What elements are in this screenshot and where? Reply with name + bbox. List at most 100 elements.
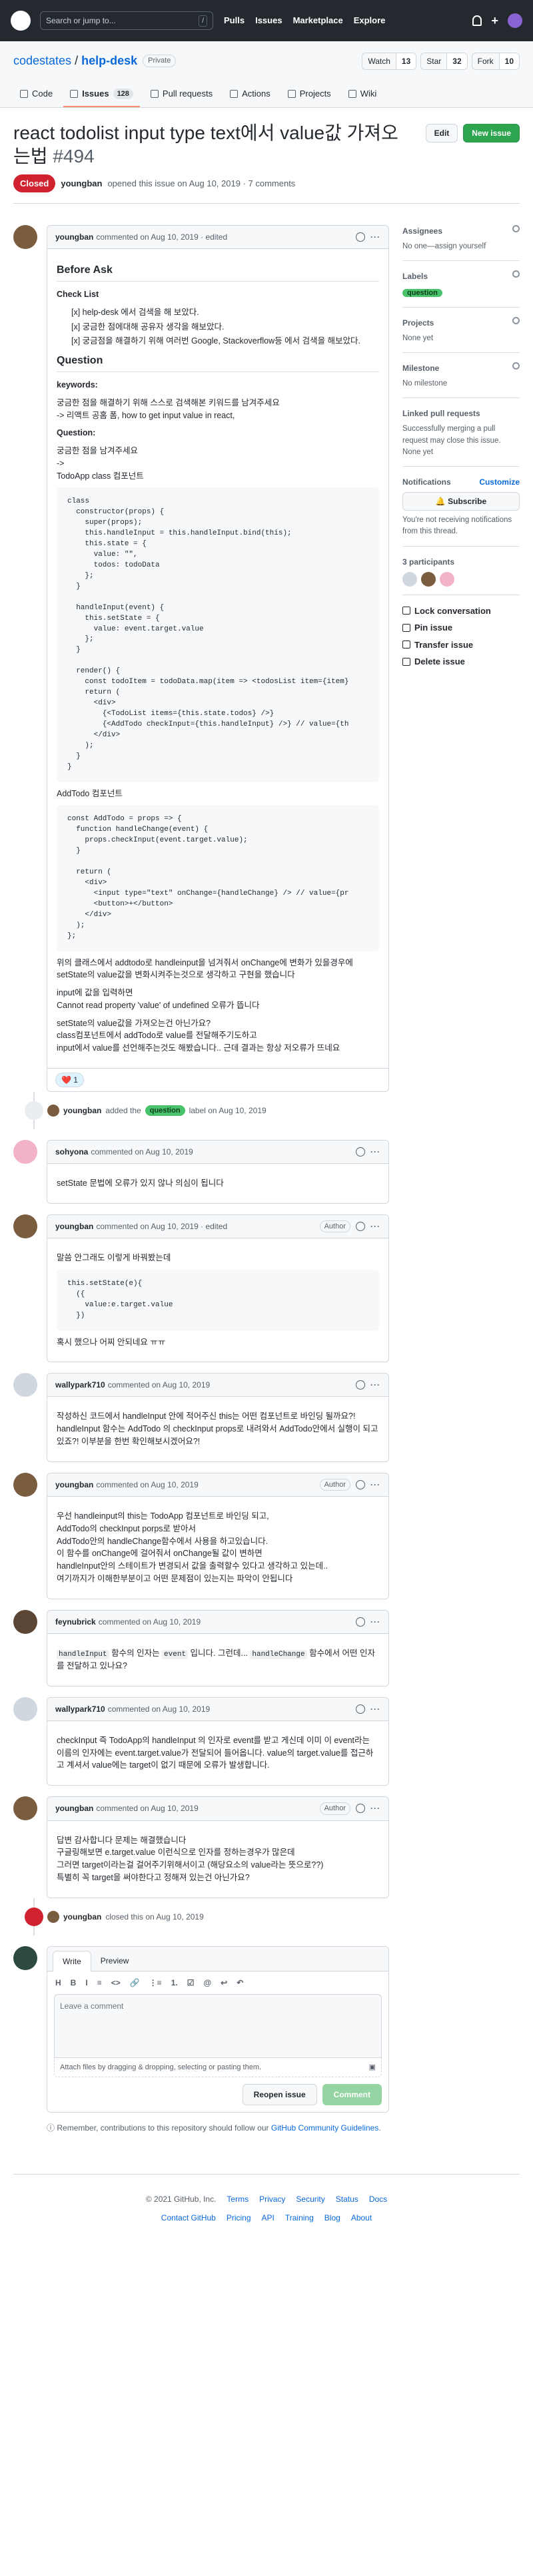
kebab-menu-icon[interactable]: ··· xyxy=(370,1616,380,1628)
customize-link[interactable]: Customize xyxy=(479,476,520,488)
github-logo-icon[interactable] xyxy=(11,11,31,31)
new-issue-button[interactable]: New issue xyxy=(463,123,520,142)
footer-link[interactable]: Security xyxy=(296,2193,324,2205)
gear-icon[interactable] xyxy=(512,316,520,324)
projects-heading[interactable]: Projects xyxy=(402,317,434,329)
comment-author[interactable]: sohyona xyxy=(55,1146,88,1158)
guidelines-link[interactable]: GitHub Community Guidelines xyxy=(271,2123,378,2133)
footer-link[interactable]: About xyxy=(351,2212,372,2224)
bold-icon[interactable]: B xyxy=(71,1977,77,1989)
avatar[interactable] xyxy=(13,1214,37,1238)
comment-author[interactable]: youngban xyxy=(55,1220,93,1232)
footer-link[interactable]: Terms xyxy=(227,2193,249,2205)
participant-avatar[interactable] xyxy=(440,571,454,587)
avatar[interactable] xyxy=(13,1139,37,1164)
tab-actions[interactable]: Actions xyxy=(223,82,277,107)
comment-author[interactable]: youngban xyxy=(55,231,93,243)
footer-link[interactable]: Contact GitHub xyxy=(161,2212,216,2224)
reopen-issue-button[interactable]: Reopen issue xyxy=(242,2084,317,2106)
search-input[interactable]: Search or jump to... / xyxy=(40,11,213,30)
gear-icon[interactable] xyxy=(512,270,520,278)
kebab-menu-icon[interactable]: ··· xyxy=(370,1146,380,1158)
footer-link[interactable]: Blog xyxy=(324,2212,340,2224)
issue-author-link[interactable]: youngban xyxy=(61,177,102,190)
avatar[interactable] xyxy=(13,225,37,249)
pin-issue-button[interactable]: Pin issue xyxy=(402,621,520,635)
comment-button[interactable]: Comment xyxy=(322,2084,382,2106)
transfer-issue-button[interactable]: Transfer issue xyxy=(402,639,520,652)
smiley-icon[interactable] xyxy=(356,1147,365,1157)
gear-icon[interactable] xyxy=(512,362,520,370)
comment-author[interactable]: feynubrick xyxy=(55,1616,96,1628)
nav-issues[interactable]: Issues xyxy=(255,14,282,27)
kebab-menu-icon[interactable]: ··· xyxy=(370,231,380,243)
attach-files-area[interactable]: Attach files by dragging & dropping, sel… xyxy=(54,2057,382,2078)
comment-author[interactable]: youngban xyxy=(55,1479,93,1491)
comment-author[interactable]: wallypark710 xyxy=(55,1703,105,1715)
italic-icon[interactable]: I xyxy=(85,1977,87,1989)
bulleted-list-icon[interactable]: ⋮≡ xyxy=(149,1977,162,1989)
avatar[interactable] xyxy=(13,1373,37,1398)
nav-marketplace[interactable]: Marketplace xyxy=(293,14,343,27)
tab-code[interactable]: Code xyxy=(13,82,59,107)
footer-link[interactable]: Docs xyxy=(369,2193,387,2205)
event-actor[interactable]: youngban xyxy=(63,1911,101,1923)
watch-button[interactable]: Watch 13 xyxy=(362,52,417,70)
smiley-icon[interactable] xyxy=(356,232,365,242)
avatar[interactable] xyxy=(13,1796,37,1821)
comment-author[interactable]: youngban xyxy=(55,1802,93,1814)
repo-owner-link[interactable]: codestates xyxy=(13,54,71,67)
user-avatar[interactable] xyxy=(508,13,522,28)
kebab-menu-icon[interactable]: ··· xyxy=(370,1479,380,1491)
event-actor[interactable]: youngban xyxy=(63,1105,101,1117)
tab-projects[interactable]: Projects xyxy=(281,82,338,107)
numbered-list-icon[interactable]: 1. xyxy=(171,1977,178,1989)
kebab-menu-icon[interactable]: ··· xyxy=(370,1379,380,1391)
create-new-plus-icon[interactable]: + xyxy=(491,12,498,30)
smiley-icon[interactable] xyxy=(356,1221,365,1231)
tab-pull-requests[interactable]: Pull requests xyxy=(144,82,219,107)
avatar[interactable] xyxy=(47,1104,59,1117)
cross-reference-icon[interactable]: ↩ xyxy=(221,1977,227,1989)
fork-button[interactable]: Fork 10 xyxy=(471,52,520,70)
label-question[interactable]: question xyxy=(402,289,442,298)
footer-link[interactable]: Training xyxy=(285,2212,314,2224)
tab-preview[interactable]: Preview xyxy=(91,1951,139,1971)
milestone-heading[interactable]: Milestone xyxy=(402,362,439,374)
smiley-icon[interactable] xyxy=(356,1704,365,1714)
delete-issue-button[interactable]: Delete issue xyxy=(402,655,520,668)
quote-icon[interactable]: ≡ xyxy=(97,1977,102,1989)
assignees-heading[interactable]: Assignees xyxy=(402,225,442,237)
link-icon[interactable]: 🔗 xyxy=(130,1977,140,1989)
labels-heading[interactable]: Labels xyxy=(402,270,428,282)
mention-icon[interactable]: @ xyxy=(203,1977,211,1989)
participant-avatar[interactable] xyxy=(402,571,417,587)
kebab-menu-icon[interactable]: ··· xyxy=(370,1703,380,1715)
avatar[interactable] xyxy=(13,1609,37,1634)
tab-wiki[interactable]: Wiki xyxy=(342,82,384,107)
footer-link[interactable]: Pricing xyxy=(227,2212,251,2224)
nav-explore[interactable]: Explore xyxy=(354,14,386,27)
comment-textarea[interactable]: Leave a comment xyxy=(54,1993,382,2058)
repo-name-link[interactable]: help-desk xyxy=(81,54,137,67)
footer-link[interactable]: API xyxy=(262,2212,274,2224)
avatar[interactable] xyxy=(13,1696,37,1721)
tab-issues[interactable]: Issues 128 xyxy=(63,82,140,107)
smiley-icon[interactable] xyxy=(356,1804,365,1814)
saved-reply-icon[interactable]: ↶ xyxy=(237,1977,243,1989)
assignees-value[interactable]: No one—assign yourself xyxy=(402,241,520,252)
kebab-menu-icon[interactable]: ··· xyxy=(370,1220,380,1232)
nav-pulls[interactable]: Pulls xyxy=(224,14,245,27)
avatar[interactable] xyxy=(13,1472,37,1497)
star-button[interactable]: Star 32 xyxy=(420,52,468,70)
code-icon[interactable]: <> xyxy=(111,1977,121,1989)
smiley-icon[interactable] xyxy=(356,1380,365,1390)
avatar[interactable] xyxy=(47,1910,59,1923)
smiley-icon[interactable] xyxy=(356,1479,365,1489)
task-list-icon[interactable]: ☑ xyxy=(187,1977,195,1989)
footer-link[interactable]: Privacy xyxy=(259,2193,285,2205)
smiley-icon[interactable] xyxy=(356,1617,365,1627)
footer-link[interactable]: Status xyxy=(336,2193,358,2205)
participant-avatar[interactable] xyxy=(421,571,436,587)
comment-author[interactable]: wallypark710 xyxy=(55,1379,105,1391)
